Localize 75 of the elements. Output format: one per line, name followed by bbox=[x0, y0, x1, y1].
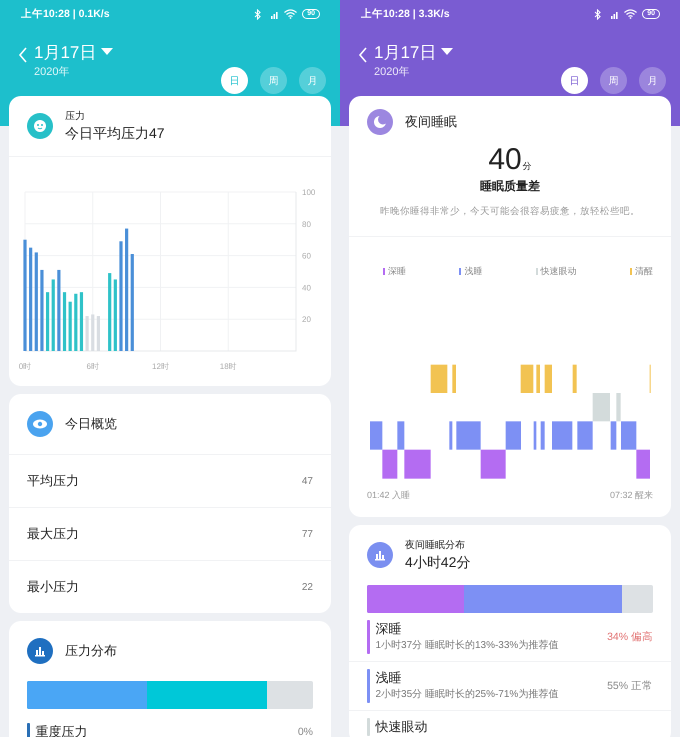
year-label: 2020年 bbox=[34, 65, 70, 79]
score-unit: 分 bbox=[522, 160, 532, 173]
chart-bar bbox=[52, 279, 55, 351]
sleep-note: 昨晚你睡得非常少，今天可能会很容易疲惫，放轻松些吧。 bbox=[379, 205, 641, 219]
card-subtitle: 今日平均压力47 bbox=[65, 125, 165, 143]
chart-bar bbox=[74, 294, 78, 351]
row-value: 47 bbox=[302, 476, 313, 486]
wake-time: 07:32 醒来 bbox=[610, 488, 653, 502]
card-title: 压力分布 bbox=[65, 642, 117, 660]
chart-bar bbox=[86, 316, 89, 351]
card-subtitle: 4小时42分 bbox=[405, 554, 470, 572]
item-value: 34% 偏高 bbox=[607, 630, 653, 644]
face-icon bbox=[27, 113, 53, 139]
y-axis-label: 80 bbox=[302, 220, 311, 229]
status-time: 上午10:28 | 3.3K/s bbox=[361, 7, 450, 21]
chart-bar bbox=[62, 292, 66, 351]
x-axis-label: 6时 bbox=[86, 362, 99, 371]
wifi-icon bbox=[624, 9, 638, 19]
sleep-score: 40 bbox=[488, 144, 522, 176]
row-label: 最大压力 bbox=[27, 525, 79, 543]
y-axis-label: 100 bbox=[302, 188, 316, 197]
card-title: 夜间睡眠分布 bbox=[405, 538, 466, 552]
item-label: 浅睡 bbox=[376, 669, 402, 687]
chart-bar bbox=[96, 316, 100, 351]
period-tab[interactable]: 月 bbox=[299, 67, 326, 94]
year-label: 2020年 bbox=[374, 65, 410, 79]
bar-chart-icon bbox=[367, 542, 393, 568]
date-picker[interactable]: 1月17日 bbox=[374, 41, 454, 63]
chart-bar bbox=[91, 314, 94, 351]
back-icon bbox=[358, 47, 368, 63]
moon-icon bbox=[367, 109, 393, 135]
chart-bar bbox=[80, 292, 84, 351]
x-axis-label: 12时 bbox=[152, 362, 169, 371]
legend-label: 清醒 bbox=[634, 264, 653, 278]
item-detail: 1小时37分 睡眠时长的13%-33%为推荐值 bbox=[376, 638, 558, 653]
item-label: 深睡 bbox=[376, 620, 402, 638]
period-tab[interactable]: 周 bbox=[600, 67, 627, 94]
period-tab[interactable]: 月 bbox=[639, 67, 666, 94]
back-icon bbox=[18, 47, 28, 63]
card-title: 今日概览 bbox=[65, 415, 117, 433]
y-axis-label: 60 bbox=[302, 252, 311, 261]
period-tab[interactable]: 日 bbox=[561, 67, 588, 94]
x-axis-label: 18时 bbox=[220, 362, 237, 371]
chart-bar bbox=[114, 279, 117, 351]
sleep-start-time: 01:42 入睡 bbox=[367, 488, 410, 502]
caret-icon bbox=[101, 48, 114, 56]
bluetooth-icon bbox=[254, 8, 262, 20]
row-value: 22 bbox=[302, 582, 313, 592]
item-detail: 2小时35分 睡眠时长的25%-71%为推荐值 bbox=[376, 688, 558, 702]
legend-label: 快速眼动 bbox=[540, 264, 577, 278]
y-axis-label: 20 bbox=[302, 315, 311, 324]
x-axis-label: 0时 bbox=[18, 362, 32, 371]
chart-bar bbox=[46, 292, 50, 351]
legend-label: 深睡 bbox=[388, 264, 406, 278]
card-title: 夜间睡眠 bbox=[405, 113, 457, 131]
chart-bar bbox=[68, 302, 72, 351]
status-time: 上午10:28 | 0.1K/s bbox=[21, 7, 110, 21]
sleep-quality: 睡眠质量差 bbox=[479, 178, 541, 195]
period-tab[interactable]: 日 bbox=[221, 67, 248, 94]
legend-label: 浅睡 bbox=[464, 264, 482, 278]
eye-icon bbox=[27, 411, 53, 437]
row-label: 最小压力 bbox=[27, 578, 79, 596]
row-label: 平均压力 bbox=[27, 472, 79, 490]
period-tab[interactable]: 周 bbox=[260, 67, 287, 94]
bar-chart-icon bbox=[27, 638, 53, 664]
bluetooth-icon bbox=[594, 8, 602, 20]
card-title: 压力 bbox=[65, 110, 86, 123]
item-value: 0% bbox=[298, 726, 313, 737]
item-label: 快速眼动 bbox=[376, 718, 428, 736]
date-picker[interactable]: 1月17日 bbox=[34, 41, 114, 63]
wifi-icon bbox=[284, 9, 298, 19]
caret-icon bbox=[441, 48, 454, 56]
row-value: 77 bbox=[302, 528, 313, 540]
item-value: 55% 正常 bbox=[607, 679, 653, 693]
y-axis-label: 40 bbox=[302, 283, 311, 292]
